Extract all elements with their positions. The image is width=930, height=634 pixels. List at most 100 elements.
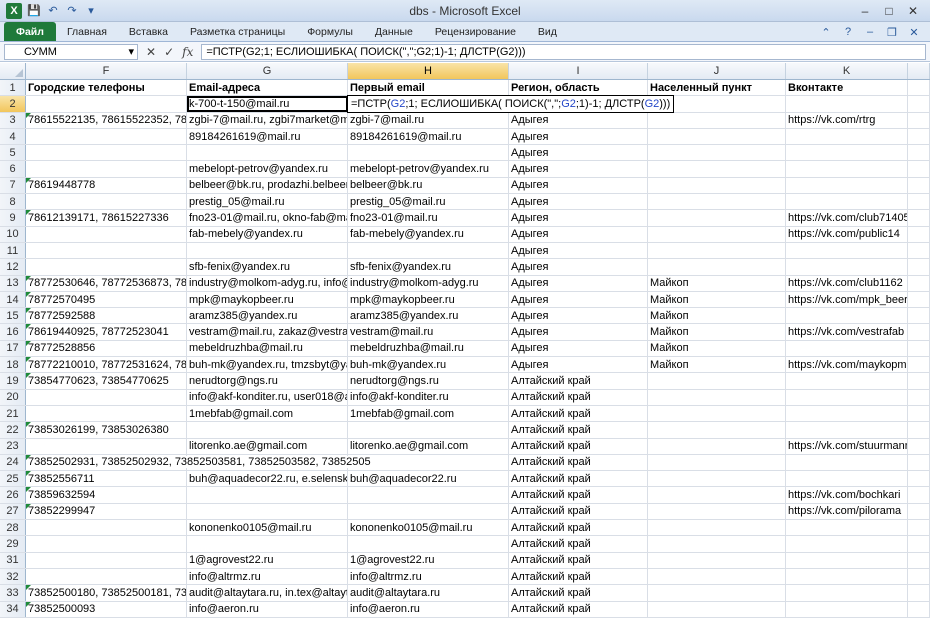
cell-g6[interactable]: mebelopt-petrov@yandex.ru [187, 161, 348, 177]
cell-k10[interactable]: https://vk.com/public14 [786, 226, 908, 242]
cell-j33[interactable] [648, 585, 786, 601]
cell-j3[interactable] [648, 112, 786, 128]
cell-i12[interactable]: Адыгея [509, 259, 648, 275]
cell-f20[interactable] [26, 389, 187, 405]
cell-f25[interactable]: 73852556711 [26, 471, 187, 487]
cell-h5[interactable] [348, 145, 509, 161]
cell-f26[interactable]: 73859632594 [26, 487, 187, 503]
cell-partial[interactable] [908, 422, 930, 438]
ribbon-tab[interactable]: Вставка [118, 22, 179, 41]
column-header-k[interactable]: K [786, 63, 908, 79]
row-header[interactable]: 11 [0, 242, 26, 259]
cell-f33[interactable]: 73852500180, 73852500181, 73852500182 [26, 585, 187, 601]
cell-partial[interactable] [908, 145, 930, 161]
cell-j20[interactable] [648, 389, 786, 405]
cell-f12[interactable] [26, 259, 187, 275]
cell-partial[interactable] [908, 389, 930, 405]
cell-partial[interactable] [908, 324, 930, 340]
cell-partial[interactable] [908, 503, 930, 520]
cell-g13[interactable]: industry@molkom-adyg.ru, info@molkom-ady… [187, 275, 348, 291]
cell-i22[interactable]: Алтайский край [509, 422, 648, 438]
cell-g25[interactable]: buh@aquadecor22.ru, e.selenskaya@aquadec… [187, 471, 348, 487]
cell-h34[interactable]: info@aeron.ru [348, 601, 509, 617]
workbook-close-icon[interactable]: ✕ [906, 24, 922, 40]
cell-i17[interactable]: Адыгея [509, 340, 648, 357]
cell-partial[interactable] [908, 471, 930, 487]
cell-g26[interactable] [187, 487, 348, 503]
cell-f17[interactable]: 78772528856 [26, 340, 187, 357]
row-header[interactable]: 20 [0, 389, 26, 405]
cell-k33[interactable] [786, 585, 908, 601]
cell-g2[interactable]: k-700-t-150@mail.ru [187, 96, 348, 112]
cell-g10[interactable]: fab-mebely@yandex.ru [187, 226, 348, 242]
cell-h7[interactable]: belbeer@bk.ru [348, 177, 509, 194]
cell-g21[interactable]: 1mebfab@gmail.com [187, 405, 348, 422]
cell-partial[interactable] [908, 373, 930, 389]
cell-g33[interactable]: audit@altaytara.ru, in.tex@altaytara.ru [187, 585, 348, 601]
cell-f14[interactable]: 78772570495 [26, 291, 187, 308]
cell-partial[interactable] [908, 585, 930, 601]
cell-k2[interactable] [786, 96, 908, 112]
row-header[interactable]: 29 [0, 536, 26, 552]
cell-i32[interactable]: Алтайский край [509, 568, 648, 585]
cell-f21[interactable] [26, 405, 187, 422]
cell-k11[interactable] [786, 242, 908, 259]
ribbon-tab[interactable]: Рецензирование [424, 22, 527, 41]
workbook-minimize-icon[interactable]: – [862, 24, 878, 40]
cell-h20[interactable]: info@akf-konditer.ru [348, 389, 509, 405]
cell-i31[interactable]: Алтайский край [509, 552, 648, 568]
row-header[interactable]: 34 [0, 601, 26, 617]
name-box[interactable]: СУММ ▾ [4, 43, 138, 60]
cell-h26[interactable] [348, 487, 509, 503]
cell-i20[interactable]: Алтайский край [509, 389, 648, 405]
cell-k24[interactable] [786, 454, 908, 471]
cell-partial[interactable] [908, 308, 930, 324]
cell-h33[interactable]: audit@altaytara.ru [348, 585, 509, 601]
row-header[interactable]: 31 [0, 552, 26, 568]
customize-toolbar-icon[interactable]: ▾ [84, 4, 98, 18]
cell-h16[interactable]: vestram@mail.ru [348, 324, 509, 340]
cell-f34[interactable]: 73852500093 [26, 601, 187, 617]
select-all-corner[interactable] [0, 63, 26, 79]
column-header-f[interactable]: F [26, 63, 187, 79]
cell-i11[interactable]: Адыгея [509, 242, 648, 259]
cell-k34[interactable] [786, 601, 908, 617]
row-header[interactable]: 21 [0, 405, 26, 422]
cell-partial[interactable] [908, 259, 930, 275]
cell-k12[interactable] [786, 259, 908, 275]
cell-f1[interactable]: Городские телефоны [26, 80, 187, 96]
cell-f16[interactable]: 78619440925, 78772523041 [26, 324, 187, 340]
cell-j19[interactable] [648, 373, 786, 389]
cell-g19[interactable]: nerudtorg@ngs.ru [187, 373, 348, 389]
cell-k17[interactable] [786, 340, 908, 357]
save-icon[interactable]: 💾 [27, 4, 41, 18]
row-header[interactable]: 2 [0, 96, 26, 112]
help-icon[interactable]: ? [840, 24, 856, 40]
row-header[interactable]: 32 [0, 568, 26, 585]
cell-partial[interactable] [908, 177, 930, 194]
row-header[interactable]: 16 [0, 324, 26, 340]
row-header[interactable]: 33 [0, 585, 26, 601]
row-header[interactable]: 6 [0, 161, 26, 177]
cell-j8[interactable] [648, 194, 786, 210]
cell-f13[interactable]: 78772530646, 78772536873, 78772536874 [26, 275, 187, 291]
cell-j6[interactable] [648, 161, 786, 177]
cell-j24[interactable] [648, 454, 786, 471]
cell-h14[interactable]: mpk@maykopbeer.ru [348, 291, 509, 308]
cell-j27[interactable] [648, 503, 786, 520]
cell-g14[interactable]: mpk@maykopbeer.ru [187, 291, 348, 308]
cell-h19[interactable]: nerudtorg@ngs.ru [348, 373, 509, 389]
cell-partial[interactable] [908, 487, 930, 503]
cell-j16[interactable]: Майкоп [648, 324, 786, 340]
cell-f32[interactable] [26, 568, 187, 585]
cell-j9[interactable] [648, 210, 786, 226]
cell-k16[interactable]: https://vk.com/vestrafab [786, 324, 908, 340]
workbook-restore-icon[interactable]: ❐ [884, 24, 900, 40]
cell-g8[interactable]: prestig_05@mail.ru [187, 194, 348, 210]
cell-i14[interactable]: Адыгея [509, 291, 648, 308]
cell-partial[interactable] [908, 291, 930, 308]
cell-j25[interactable] [648, 471, 786, 487]
cell-i10[interactable]: Адыгея [509, 226, 648, 242]
cell-f23[interactable] [26, 438, 187, 454]
cell-h10[interactable]: fab-mebely@yandex.ru [348, 226, 509, 242]
